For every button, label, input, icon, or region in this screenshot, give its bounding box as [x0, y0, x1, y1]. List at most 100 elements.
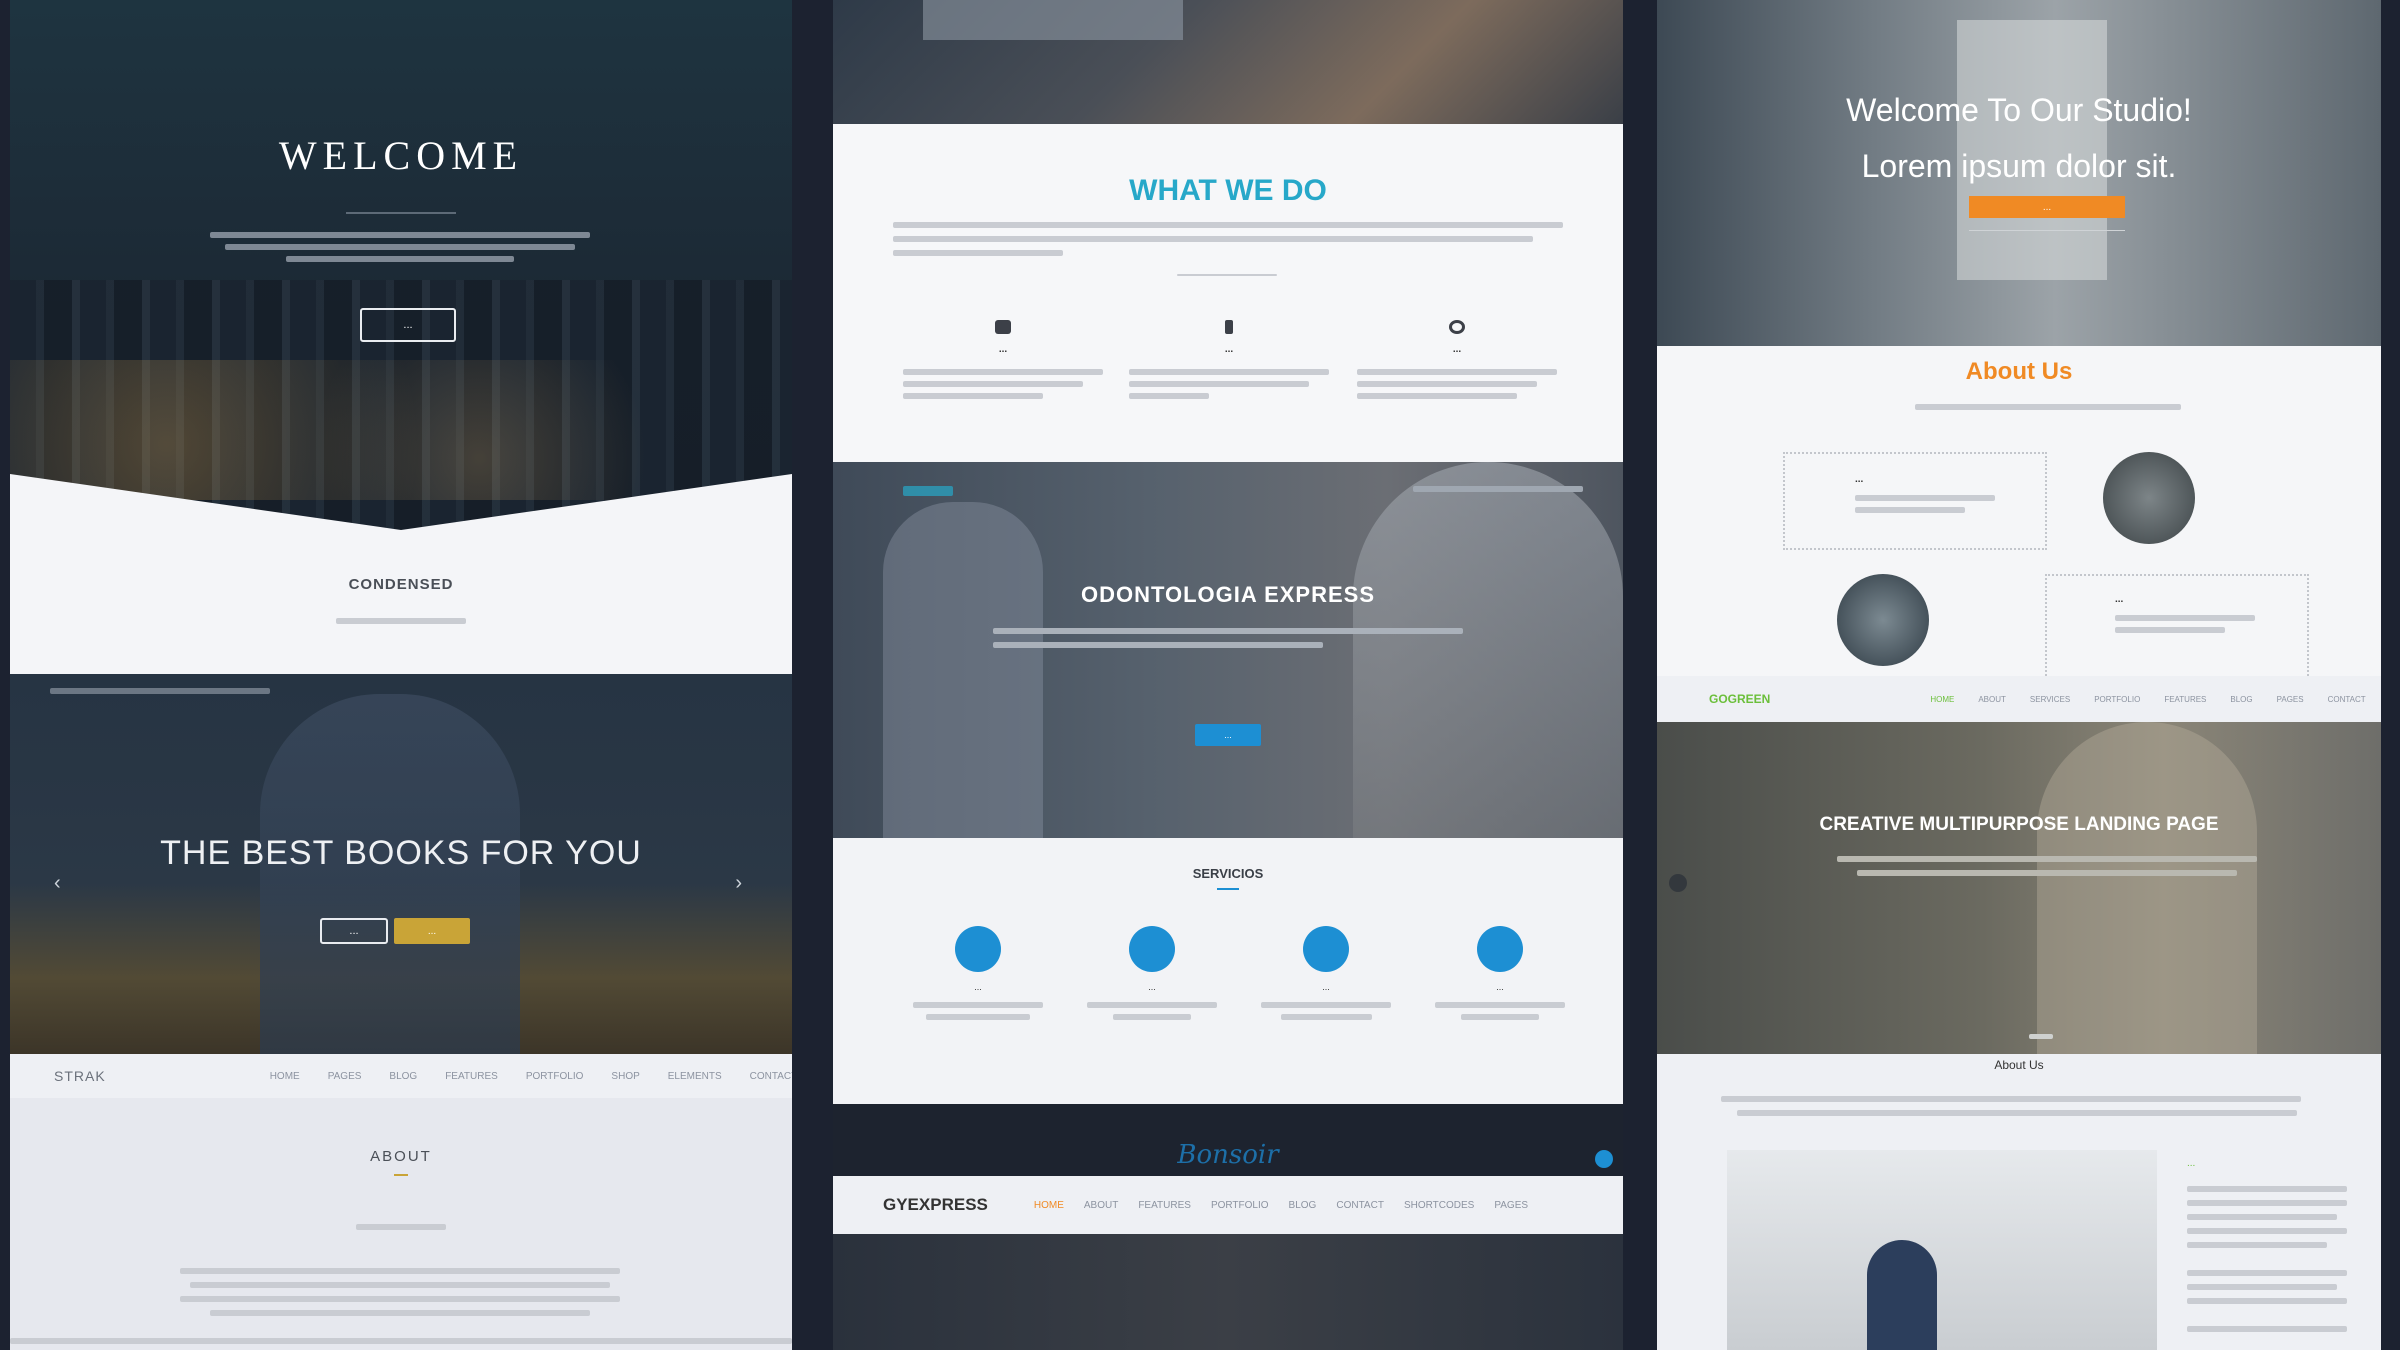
- service-icon: [955, 926, 1001, 972]
- nav-item-active[interactable]: HOME: [1930, 695, 1954, 704]
- nav-item[interactable]: PAGES: [328, 1071, 362, 1082]
- nav-item[interactable]: FEATURES: [2164, 695, 2206, 704]
- nav-item[interactable]: ELEMENTS: [668, 1071, 722, 1082]
- prev-arrow-icon[interactable]: ‹: [54, 872, 61, 895]
- services-section: SERVICIOS ... ... ... ...: [833, 838, 1623, 1104]
- feature-title: ...: [998, 344, 1008, 355]
- creative-title: CREATIVE MULTIPURPOSE LANDING PAGE: [1819, 814, 2219, 835]
- nav-item[interactable]: PAGES: [2277, 695, 2304, 704]
- card-title: ...: [2115, 594, 2124, 605]
- feature-title: ...: [1224, 344, 1234, 355]
- dental-logo[interactable]: [903, 486, 953, 496]
- about-card-1[interactable]: ...: [1783, 452, 2047, 550]
- nav-item[interactable]: ABOUT: [1978, 695, 2006, 704]
- about-us-small-section: About Us ...: [1657, 1054, 2381, 1350]
- studio-hero: Welcome To Our Studio! Lorem ipsum dolor…: [1657, 0, 2381, 346]
- nav-menu: HOME ABOUT SERVICES PORTFOLIO FEATURES B…: [1918, 695, 2377, 704]
- nav-item[interactable]: PORTFOLIO: [2094, 695, 2140, 704]
- nav-item[interactable]: PORTFOLIO: [526, 1071, 584, 1082]
- feature-1[interactable]: ...: [903, 320, 1103, 399]
- nav-item[interactable]: SERVICES: [2030, 695, 2070, 704]
- woman-figure: [2037, 722, 2257, 1054]
- about-us-section: About Us ... ...: [1657, 346, 2381, 676]
- hero-divider: [346, 212, 456, 214]
- script-logo[interactable]: Bonsoir: [833, 1140, 1623, 1170]
- condensed-title: CONDENSED: [348, 576, 454, 593]
- service-item[interactable]: ...: [1435, 926, 1565, 1020]
- nav-item-active[interactable]: HOME: [1034, 1200, 1064, 1211]
- nav-logo[interactable]: GYEXPRESS: [883, 1195, 988, 1215]
- nav-item[interactable]: PAGES: [1494, 1200, 1528, 1211]
- scroll-dot[interactable]: [1595, 1150, 1613, 1168]
- nav-menu: HOME ABOUT FEATURES PORTFOLIO BLOG CONTA…: [1024, 1200, 1538, 1211]
- service-icon: [1477, 926, 1523, 972]
- nav-item[interactable]: HOME: [270, 1071, 300, 1082]
- dental-title: ODONTOLOGIA EXPRESS: [1080, 582, 1376, 607]
- feature-icon: [1449, 320, 1465, 334]
- nav-item[interactable]: BLOG: [389, 1071, 417, 1082]
- dental-button[interactable]: ...: [1195, 724, 1261, 746]
- about-us-title: About Us: [1965, 358, 2073, 385]
- what-we-do-section: WHAT WE DO ... ... ...: [833, 124, 1623, 462]
- condensed-subtitle: [336, 618, 466, 624]
- nav-item[interactable]: CONTACT: [750, 1071, 792, 1082]
- dental-hero: ODONTOLOGIA EXPRESS ...: [833, 462, 1623, 838]
- card-title: ...: [1855, 474, 1864, 485]
- laptop-photo: [833, 0, 1623, 124]
- service-title: ...: [1148, 982, 1156, 992]
- gyexpress-navbar: GYEXPRESS HOME ABOUT FEATURES PORTFOLIO …: [833, 1176, 1623, 1234]
- nav-item[interactable]: ABOUT: [1084, 1200, 1118, 1211]
- feature-title: ...: [1452, 344, 1462, 355]
- about-underline: [394, 1174, 408, 1176]
- service-item[interactable]: ...: [1261, 926, 1391, 1020]
- nav-logo[interactable]: GOGREEN: [1709, 692, 1770, 706]
- nav-item[interactable]: FEATURES: [1138, 1200, 1191, 1211]
- service-icon: [1129, 926, 1175, 972]
- woman-figure: [1353, 462, 1623, 838]
- nav-item[interactable]: CONTACT: [1336, 1200, 1384, 1211]
- feature-icon: [1225, 320, 1233, 334]
- about-section: ABOUT: [10, 1098, 792, 1350]
- creative-hero: CREATIVE MULTIPURPOSE LANDING PAGE: [1657, 722, 2381, 1054]
- books-primary-button[interactable]: ...: [394, 918, 470, 944]
- studio-button[interactable]: ...: [1969, 196, 2125, 218]
- service-item[interactable]: ...: [1087, 926, 1217, 1020]
- welcome-hero: WELCOME ...: [10, 0, 792, 540]
- hero-text: [210, 232, 590, 262]
- city-lights: [10, 360, 792, 500]
- nav-item[interactable]: BLOG: [2230, 695, 2252, 704]
- side-title: ...: [2187, 1158, 2196, 1169]
- feature-3[interactable]: ...: [1357, 320, 1557, 399]
- hero-title: WELCOME: [278, 133, 524, 178]
- nav-item[interactable]: BLOG: [1289, 1200, 1317, 1211]
- team-avatar: [1837, 574, 1929, 666]
- nav-item[interactable]: PORTFOLIO: [1211, 1200, 1269, 1211]
- dental-nav: [1413, 486, 1583, 492]
- nav-item[interactable]: SHOP: [611, 1071, 639, 1082]
- service-title: ...: [974, 982, 982, 992]
- books-secondary-button[interactable]: ...: [320, 918, 388, 944]
- services-title: SERVICIOS: [1192, 866, 1264, 881]
- nav-item[interactable]: CONTACT: [2328, 695, 2366, 704]
- slider-dots[interactable]: [2029, 1034, 2053, 1039]
- service-item[interactable]: ...: [913, 926, 1043, 1020]
- nav-logo[interactable]: STRAK: [54, 1068, 106, 1084]
- whiteboard-photo: [1727, 1150, 2157, 1350]
- nav-item[interactable]: FEATURES: [445, 1071, 498, 1082]
- books-hero: ‹ › THE BEST BOOKS FOR YOU ... ...: [10, 674, 792, 1054]
- what-we-do-title: WHAT WE DO: [1129, 174, 1327, 207]
- about-card-2[interactable]: ...: [2045, 574, 2309, 676]
- script-logo-band: Bonsoir: [833, 1104, 1623, 1176]
- service-icon: [1303, 926, 1349, 972]
- slider-prev-icon[interactable]: [1669, 874, 1687, 892]
- studio-title: Welcome To Our Studio! Lorem ipsum dolor…: [1657, 82, 2381, 194]
- nav-item[interactable]: SHORTCODES: [1404, 1200, 1474, 1211]
- service-title: ...: [1496, 982, 1504, 992]
- template-column-2: WHAT WE DO ... ... ... ODONTOLOGIA EXPRE…: [833, 0, 1623, 1350]
- team-avatar: [2103, 452, 2195, 544]
- next-arrow-icon[interactable]: ›: [735, 872, 742, 895]
- about-us-subtitle: [1915, 404, 2181, 410]
- reader-figure: [260, 694, 520, 1054]
- feature-2[interactable]: ...: [1129, 320, 1329, 399]
- hero-button[interactable]: ...: [360, 308, 456, 342]
